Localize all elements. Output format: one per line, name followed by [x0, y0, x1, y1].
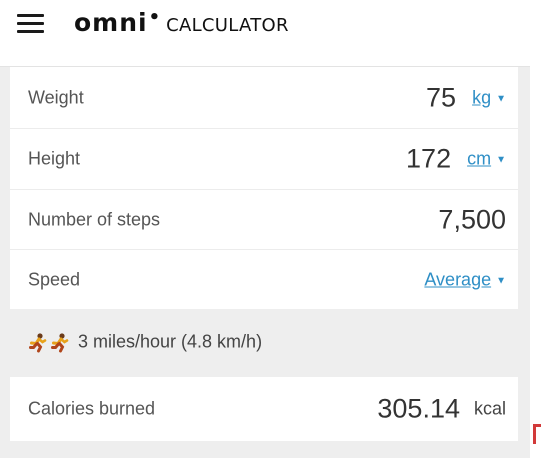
- menu-line: [17, 22, 44, 25]
- speed-select-group: Average ▼: [424, 269, 506, 290]
- corner-marker: [533, 424, 541, 444]
- caret-down-icon: ▼: [496, 93, 506, 104]
- steps-input-group: 7,500: [438, 204, 506, 235]
- hamburger-menu-icon[interactable]: [17, 14, 45, 34]
- weight-row: Weight 75 kg ▼: [10, 67, 518, 128]
- height-label: Height: [28, 148, 81, 169]
- calories-label: Calories burned: [28, 398, 156, 419]
- menu-line: [17, 30, 44, 33]
- steps-label: Number of steps: [28, 209, 161, 229]
- height-input-group: 172 cm ▼: [406, 144, 506, 175]
- height-row: Height 172 cm ▼: [10, 128, 518, 189]
- height-unit-select[interactable]: cm ▼: [467, 149, 506, 170]
- weight-unit-select[interactable]: kg ▼: [472, 87, 506, 108]
- calories-row: Calories burned 305.14 kcal: [10, 377, 518, 441]
- speed-info-box: 3 miles/hour (4.8 km/h): [10, 309, 518, 375]
- speed-select[interactable]: Average ▼: [424, 269, 506, 290]
- caret-down-icon: ▼: [496, 275, 506, 286]
- logo-dot: •: [148, 7, 161, 28]
- menu-line: [17, 14, 44, 17]
- runner-icon: [51, 332, 69, 352]
- speed-row: Speed Average ▼: [10, 249, 518, 309]
- logo-calculator-text: CALCULATOR: [166, 15, 289, 36]
- height-unit-label: cm: [467, 148, 492, 169]
- speed-info-text: 3 miles/hour (4.8 km/h): [78, 331, 263, 352]
- speed-selected-label: Average: [424, 269, 492, 289]
- weight-input[interactable]: 75: [426, 82, 456, 113]
- calories-output-group: 305.14 kcal: [377, 394, 506, 425]
- calculator-panel: Weight 75 kg ▼ Height 172 cm ▼ Number of s…: [0, 66, 530, 458]
- weight-unit-label: kg: [472, 87, 492, 107]
- caret-down-icon: ▼: [496, 154, 506, 166]
- weight-label: Weight: [28, 87, 84, 107]
- height-input[interactable]: 172: [406, 144, 451, 175]
- steps-row: Number of steps 7,500: [10, 189, 518, 249]
- logo-omni-text: omni: [74, 8, 148, 37]
- calories-unit: kcal: [473, 398, 506, 419]
- omni-logo[interactable]: omni • CALCULATOR: [74, 7, 289, 37]
- weight-input-group: 75 kg ▼: [426, 82, 506, 113]
- runner-icon: [29, 332, 47, 352]
- calories-output[interactable]: 305.14: [377, 394, 460, 425]
- top-bar: omni • CALCULATOR: [0, 0, 551, 66]
- speed-info: 3 miles/hour (4.8 km/h): [28, 332, 262, 353]
- steps-input[interactable]: 7,500: [438, 204, 506, 235]
- speed-label: Speed: [28, 269, 81, 289]
